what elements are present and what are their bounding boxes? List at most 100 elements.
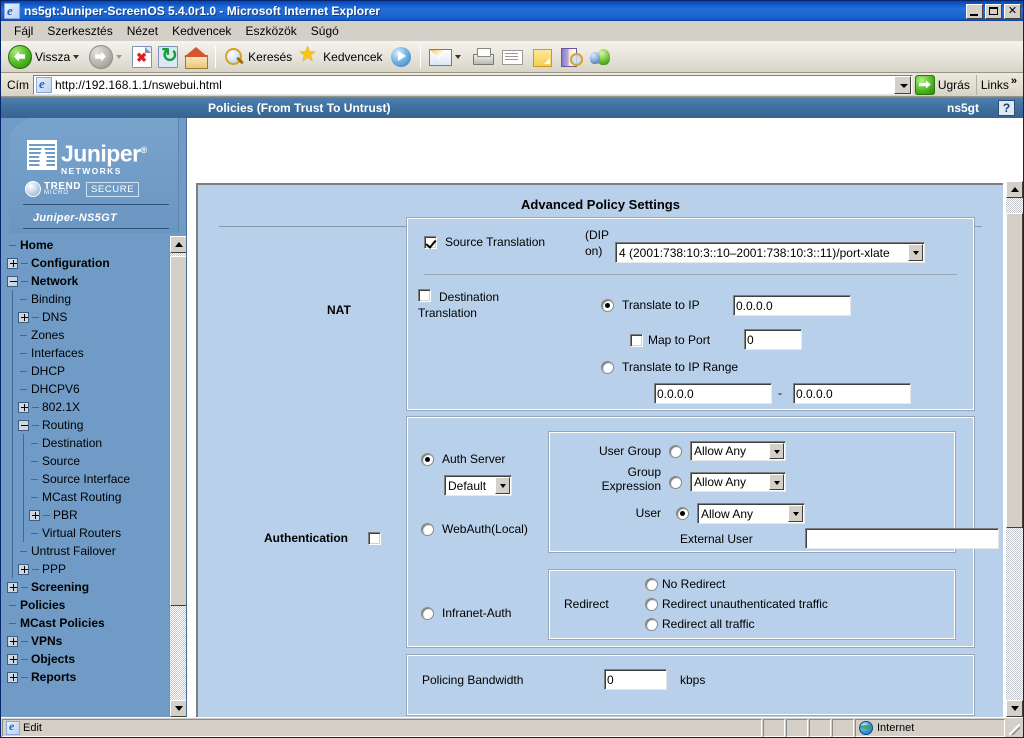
maximize-button[interactable]: [985, 4, 1002, 19]
user-select[interactable]: Allow Any: [697, 503, 805, 524]
collapse-node-icon[interactable]: [18, 420, 29, 431]
infranet-auth-radio[interactable]: [421, 607, 434, 620]
sidebar-item-mcast-routing[interactable]: MCast Routing: [7, 488, 168, 506]
sidebar-item-routing[interactable]: Routing: [7, 416, 168, 434]
links-button[interactable]: Links »: [976, 75, 1021, 95]
sidebar-item-dns[interactable]: DNS: [7, 308, 168, 326]
chevron-down-icon[interactable]: [788, 505, 803, 522]
mail-dropdown-icon[interactable]: [455, 55, 461, 59]
media-button[interactable]: [386, 43, 416, 71]
sidebar-item-source-interface[interactable]: Source Interface: [7, 470, 168, 488]
menu-item-favorites[interactable]: Kedvencek: [165, 22, 238, 40]
mail-button[interactable]: [425, 43, 468, 71]
policing-bandwidth-input[interactable]: 0: [604, 669, 667, 690]
sidebar-item-reports[interactable]: Reports: [7, 668, 168, 686]
forward-button[interactable]: [86, 43, 129, 71]
sidebar-scroll-down-button[interactable]: [170, 700, 187, 717]
favorites-button[interactable]: Kedvencek: [295, 43, 385, 71]
sidebar-item-dhcp[interactable]: DHCP: [7, 362, 168, 380]
go-button[interactable]: Ugrás: [913, 75, 974, 95]
content-scroll-thumb[interactable]: [1006, 213, 1023, 528]
expand-node-icon[interactable]: [18, 312, 29, 323]
expand-node-icon[interactable]: [7, 636, 18, 647]
research-button[interactable]: [556, 43, 586, 71]
sidebar-item-policies[interactable]: Policies: [7, 596, 168, 614]
help-button[interactable]: ?: [998, 100, 1015, 116]
expand-node-icon[interactable]: [7, 582, 18, 593]
auth-server-select[interactable]: Default: [444, 475, 512, 496]
print-button[interactable]: [468, 43, 498, 71]
content-scroll-down-button[interactable]: [1006, 700, 1023, 717]
forward-dropdown-icon[interactable]: [116, 55, 122, 59]
chevron-down-icon[interactable]: [769, 443, 784, 459]
menu-item-edit[interactable]: Szerkesztés: [40, 22, 119, 40]
redirect-unauthenticated-radio[interactable]: [645, 598, 658, 611]
home-button[interactable]: [181, 43, 211, 71]
map-to-port-checkbox[interactable]: [630, 334, 643, 347]
notes-button[interactable]: [528, 43, 556, 71]
sidebar-item-vpns[interactable]: VPNs: [7, 632, 168, 650]
menu-item-file[interactable]: Fájl: [7, 22, 40, 40]
sidebar-item-802-1x[interactable]: 802.1X: [7, 398, 168, 416]
group-expression-select[interactable]: Allow Any: [690, 472, 786, 492]
content-scrollbar[interactable]: [1006, 181, 1023, 717]
close-button[interactable]: ✕: [1004, 4, 1021, 19]
sidebar-item-zones[interactable]: Zones: [7, 326, 168, 344]
expand-node-icon[interactable]: [7, 654, 18, 665]
sidebar-item-untrust-failover[interactable]: Untrust Failover: [7, 542, 168, 560]
sidebar-scroll-up-button[interactable]: [170, 236, 187, 253]
back-dropdown-icon[interactable]: [73, 55, 79, 59]
chevron-down-icon[interactable]: [495, 477, 510, 494]
expand-node-icon[interactable]: [7, 672, 18, 683]
sidebar-item-interfaces[interactable]: Interfaces: [7, 344, 168, 362]
translate-to-ip-range-radio[interactable]: [601, 361, 614, 374]
source-translation-checkbox[interactable]: [424, 236, 437, 249]
resize-grip[interactable]: [1006, 719, 1022, 737]
auth-server-radio[interactable]: [421, 453, 434, 466]
menu-item-tools[interactable]: Eszközök: [238, 22, 303, 40]
minimize-button[interactable]: [966, 4, 983, 19]
expand-node-icon[interactable]: [7, 258, 18, 269]
menu-item-view[interactable]: Nézet: [120, 22, 165, 40]
messenger-button[interactable]: [586, 43, 616, 71]
sidebar-item-screening[interactable]: Screening: [7, 578, 168, 596]
destination-translation-checkbox[interactable]: [418, 289, 431, 302]
authentication-checkbox[interactable]: [368, 532, 381, 545]
translate-to-ip-input[interactable]: 0.0.0.0: [733, 295, 851, 316]
map-to-port-input[interactable]: 0: [744, 329, 802, 350]
user-radio[interactable]: [676, 507, 689, 520]
collapse-node-icon[interactable]: [7, 276, 18, 287]
sidebar-item-source[interactable]: Source: [7, 452, 168, 470]
sidebar-item-mcast-policies[interactable]: MCast Policies: [7, 614, 168, 632]
user-group-radio[interactable]: [669, 445, 682, 458]
redirect-option-all-traffic[interactable]: Redirect all traffic: [645, 617, 754, 631]
chevron-down-icon[interactable]: [908, 244, 923, 261]
translate-to-ip-radio[interactable]: [601, 299, 614, 312]
external-user-input[interactable]: [805, 528, 999, 549]
sidebar-item-configuration[interactable]: Configuration: [7, 254, 168, 272]
stop-button[interactable]: [129, 43, 155, 71]
chevron-down-icon[interactable]: [769, 474, 784, 490]
sidebar-item-home[interactable]: Home: [7, 236, 168, 254]
security-zone-pane[interactable]: Internet: [855, 719, 1005, 737]
no-redirect-radio[interactable]: [645, 578, 658, 591]
sidebar-item-binding[interactable]: Binding: [7, 290, 168, 308]
sidebar-item-ppp[interactable]: PPP: [7, 560, 168, 578]
search-button[interactable]: Keresés: [220, 43, 295, 71]
expand-node-icon[interactable]: [18, 402, 29, 413]
redirect-option-unauthenticated[interactable]: Redirect unauthenticated traffic: [645, 597, 828, 611]
back-button[interactable]: Vissza: [5, 43, 86, 71]
sidebar-item-destination[interactable]: Destination: [7, 434, 168, 452]
content-scroll-up-button[interactable]: [1006, 181, 1023, 198]
expand-node-icon[interactable]: [18, 564, 29, 575]
user-group-select[interactable]: Allow Any: [690, 441, 786, 461]
webauth-radio[interactable]: [421, 523, 434, 536]
sidebar-item-virtual-routers[interactable]: Virtual Routers: [7, 524, 168, 542]
menu-item-help[interactable]: Súgó: [304, 22, 346, 40]
redirect-option-no-redirect[interactable]: No Redirect: [645, 577, 725, 591]
sidebar-item-network[interactable]: Network: [7, 272, 168, 290]
address-input[interactable]: http://192.168.1.1/nswebui.html: [33, 75, 913, 95]
sidebar-scrollbar[interactable]: [169, 236, 186, 717]
range-start-input[interactable]: 0.0.0.0: [654, 383, 772, 404]
redirect-all-traffic-radio[interactable]: [645, 618, 658, 631]
